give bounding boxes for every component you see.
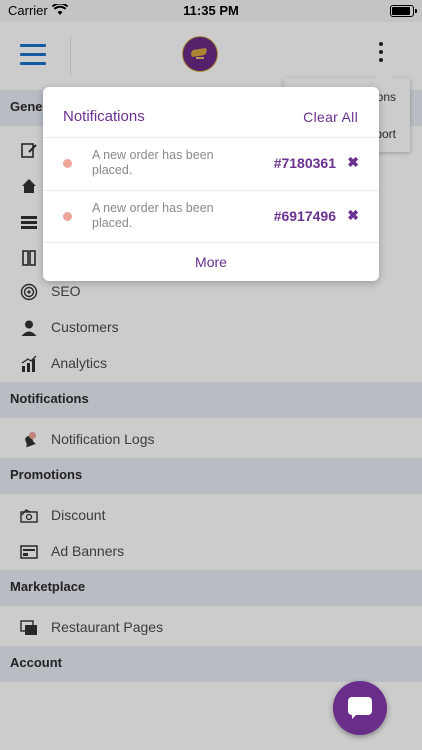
order-id-link[interactable]: #6917496 <box>274 208 336 224</box>
close-icon[interactable]: ✖ <box>347 154 359 171</box>
chat-icon <box>348 697 372 719</box>
popup-title: Notifications <box>63 108 145 125</box>
chat-button[interactable] <box>333 681 387 735</box>
notifications-popup: Notifications Clear All A new order has … <box>43 87 379 281</box>
unread-dot-icon <box>63 212 72 221</box>
notification-item[interactable]: A new order has been placed. #7180361 ✖ <box>43 138 379 190</box>
divider <box>43 242 379 243</box>
close-icon[interactable]: ✖ <box>347 207 359 224</box>
unread-dot-icon <box>63 159 72 168</box>
notification-item[interactable]: A new order has been placed. #6917496 ✖ <box>43 191 379 243</box>
notification-message: A new order has been placed. <box>92 148 214 177</box>
more-button[interactable]: More <box>43 254 379 270</box>
clear-all-button[interactable]: Clear All <box>303 109 358 125</box>
order-id-link[interactable]: #7180361 <box>274 155 336 171</box>
notification-message: A new order has been placed. <box>92 201 214 230</box>
